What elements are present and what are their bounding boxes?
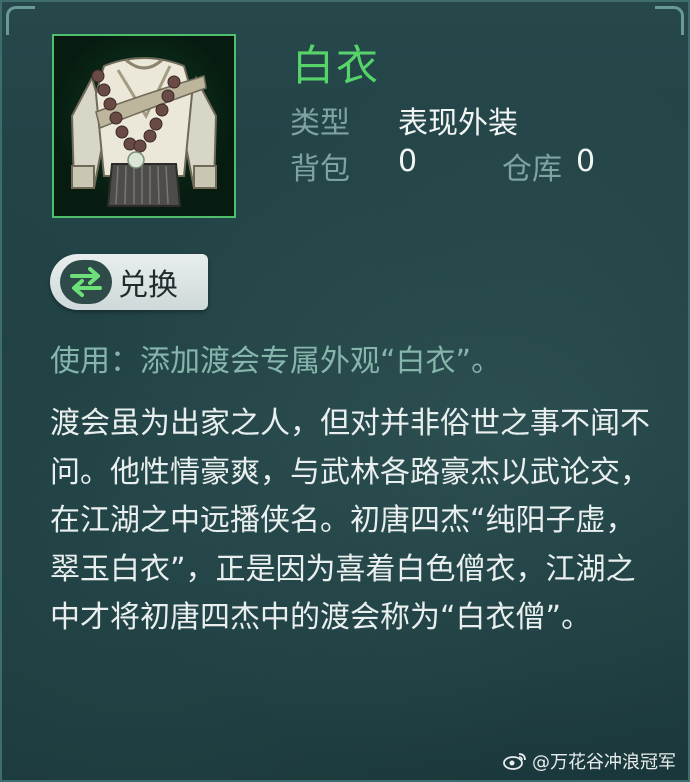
item-icon-frame xyxy=(52,34,236,218)
usage-text: 使用：添加渡会专属外观“白衣”。 xyxy=(50,344,502,379)
type-label: 类型 xyxy=(290,106,350,141)
frame-corner-top-right xyxy=(655,6,684,35)
white-robe-garment-icon xyxy=(70,57,218,207)
watermark-text: @万花谷冲浪冠军 xyxy=(532,752,676,773)
bag-count: 0 xyxy=(398,144,418,179)
type-value: 表现外装 xyxy=(398,106,518,141)
exchange-button[interactable]: 兑换 xyxy=(50,254,208,310)
exchange-button-label: 兑换 xyxy=(118,268,178,303)
weibo-logo-icon xyxy=(503,753,526,770)
item-tooltip-panel: 白衣 类型 表现外装 背包 0 仓库 0 兑换 使用：添加渡会专属外观“白衣”。… xyxy=(0,0,690,782)
frame-corner-top-left xyxy=(6,6,35,35)
swap-arrows-icon xyxy=(60,260,112,304)
item-name: 白衣 xyxy=(292,41,381,90)
warehouse-label: 仓库 xyxy=(502,152,562,187)
watermark: @万花谷冲浪冠军 xyxy=(502,748,676,774)
warehouse-count: 0 xyxy=(576,144,596,179)
item-description: 渡会虽为出家之人，但对并非俗世之事不闻不问。他性情豪爽，与武林各路豪杰以武论交，… xyxy=(50,406,650,635)
bag-label: 背包 xyxy=(290,152,350,187)
